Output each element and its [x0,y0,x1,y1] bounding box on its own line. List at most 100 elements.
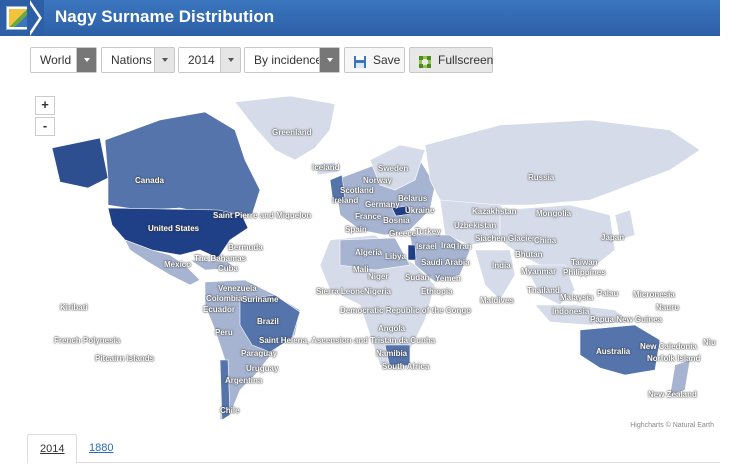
save-button-label: Save [373,53,401,67]
region-israel [407,244,417,261]
region-alaska [51,137,109,189]
map-label: France [355,212,382,221]
map-label: South Africa [382,362,430,371]
map-label: Ireland [332,196,359,205]
map-label: Colombia [206,294,243,303]
map-label: Greenland [272,128,312,137]
year-select-value: 2014 [188,53,215,67]
map-label: Iraq [441,241,456,250]
map-label: Maldives [480,296,514,305]
map-label: India [492,261,511,270]
map-label: Thailand [527,286,560,295]
map-label: Niger [368,272,389,281]
fullscreen-button-label: Fullscreen [438,53,494,67]
map-label: Sierra Leone [316,287,365,296]
zoom-in-button[interactable]: + [35,96,55,115]
map-label: Mali [353,265,369,274]
map-label: Uzbekistan [454,221,497,230]
map-label: United States [148,224,200,233]
map-label: Niu [703,338,716,347]
map-label: New Zealand [648,390,697,399]
map-label: Sweden [378,164,409,173]
app-header: Nagy Surname Distribution [0,0,720,36]
map-label: Suriname [242,295,279,304]
map-label: The Bahamas [194,254,247,263]
page-title: Nagy Surname Distribution [55,7,275,26]
save-button[interactable]: Save [344,47,405,73]
map-canvas [51,95,701,421]
map-label: Namibia [376,349,408,358]
region-select[interactable]: World [30,47,97,73]
year-select[interactable]: 2014 [178,47,241,73]
zoom-out-button[interactable]: - [35,117,55,136]
map-label: China [534,236,557,245]
map-label: Saint Pierre and Miquelon [213,211,312,220]
map-label: Russia [528,173,555,182]
map-label: Taiwan [571,258,598,267]
map-label: Uruguay [246,364,279,373]
map-label: Norfolk Island [647,354,701,363]
header-chevron-inner [27,0,39,36]
map-label: Kazakhstan [472,207,517,216]
map-label: Sudan [405,273,430,282]
map-label: Bhutan [515,250,543,259]
map-label: Siachen Glacier [475,234,536,243]
tab-2014[interactable]: 2014 [27,434,78,464]
map-label: Ethiopia [421,287,453,296]
map-label: Peru [215,328,233,337]
map-label: Iran [457,242,472,251]
map-label: Spain [345,225,367,234]
map-label: French Polynesia [54,336,121,345]
chevron-down-icon [154,48,174,72]
map-label: Democratic Republic of the Congo [340,306,472,315]
fullscreen-button[interactable]: Fullscreen [409,47,493,73]
map-label: Iceland [312,163,340,172]
map-label: Libya [385,252,406,261]
map-label: Palau [597,289,619,298]
map-label: Papua New Guinea [590,315,663,324]
region-select-value: World [40,53,72,67]
map-label: Philippines [563,268,606,277]
floppy-disk-icon [353,53,367,68]
map-label: Ukraine [405,206,435,215]
map-label: Brazil [257,317,279,326]
map-label: Greece [389,229,417,238]
chevron-down-icon [76,48,96,72]
map-label: New Caledonia [640,342,697,351]
map-label: Scotland [340,186,374,195]
map-label: Argentina [225,376,263,385]
map-label: Bosnia [383,216,410,225]
region-russia [424,119,701,206]
map-label: Ecuador [203,305,236,314]
map-label: Israel [416,242,437,251]
level-select-value: Nations [111,53,152,67]
map-label: Australia [596,347,631,356]
map-label: Yemen [435,274,461,283]
chevron-down-icon [220,48,240,72]
year-tabs: 2014 1880 [27,431,720,464]
map-label: Canada [135,176,164,185]
map-label: Angola [378,324,406,333]
chevron-down-icon [319,48,339,72]
region-canada [104,111,261,216]
map-label: Turkey [415,227,441,236]
tab-1880[interactable]: 1880 [77,434,125,464]
fullscreen-icon [418,53,432,68]
map-label: Algeria [355,248,383,257]
map-label: Saudi Arabia [421,258,470,267]
map-label: Kiribati [60,303,88,312]
map-label: Norway [363,176,392,185]
mode-select-value: By incidence [254,53,323,67]
map-label: Malaysia [560,293,594,302]
map-label: Myanmar [521,267,557,276]
map-label: Venezuela [218,284,257,293]
map-label: Belarus [398,194,428,203]
level-select[interactable]: Nations [101,47,175,73]
world-map[interactable]: + - Greenland Iceland Sweden Norway Scot… [30,90,720,435]
region-india [474,249,516,301]
map-credit: Highcharts © Natural Earth [630,422,714,429]
map-label: Nauru [656,303,680,312]
map-label: Micronesia [633,290,675,299]
mode-select[interactable]: By incidence [244,47,340,73]
map-label: Mongolia [536,209,572,218]
